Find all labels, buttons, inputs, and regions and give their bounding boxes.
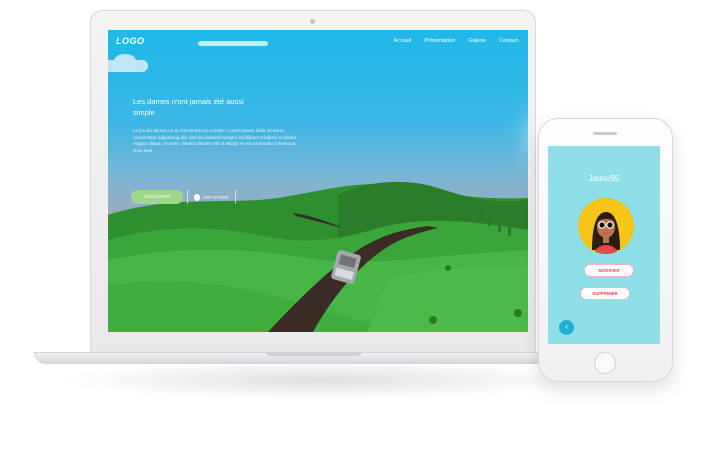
avatar-illustration: [592, 212, 620, 254]
modify-button[interactable]: MODIFIER: [584, 264, 634, 277]
laptop-screen: LOGO Accueil Présentation Galerie Contac…: [108, 30, 528, 332]
nav-galerie[interactable]: Galerie: [468, 38, 486, 44]
avatar: [578, 198, 634, 254]
hero-body: Le jeu de dames ou tu réinventes ton mon…: [133, 128, 297, 153]
phone-earpiece: [593, 132, 617, 135]
site-logo[interactable]: LOGO: [116, 36, 145, 46]
nav-contact[interactable]: Contact: [499, 38, 518, 44]
button-divider: [187, 190, 188, 204]
delete-button[interactable]: SUPPRIMER: [580, 287, 630, 300]
chevron-left-icon: ‹: [565, 322, 568, 331]
site-nav: Accueil Présentation Galerie Contact: [394, 38, 518, 44]
phone-screen: Jadou95 MODIFIER SUPPRIMER ‹: [548, 146, 660, 344]
discover-button[interactable]: DÉCOUVRIR: [131, 190, 183, 204]
button-divider: [235, 190, 236, 204]
profile-username: Jadou95: [588, 174, 620, 183]
hero-title: Les dames n'ont jamais été aussi simple: [133, 97, 244, 117]
app-store-label: APP STORE: [203, 195, 229, 200]
nav-accueil[interactable]: Accueil: [394, 38, 412, 44]
phone-home-button[interactable]: [594, 352, 616, 374]
laptop-shadow: [60, 360, 580, 400]
cloud: [198, 41, 268, 46]
cloud: [114, 54, 136, 68]
app-store-button[interactable]: APP STORE: [194, 193, 229, 202]
laptop-notch: [266, 352, 362, 356]
apple-icon: [194, 194, 200, 201]
laptop-camera: [310, 19, 315, 24]
nav-presentation[interactable]: Présentation: [424, 38, 455, 44]
landscape-illustration: [108, 181, 528, 332]
back-button[interactable]: ‹: [559, 320, 574, 335]
